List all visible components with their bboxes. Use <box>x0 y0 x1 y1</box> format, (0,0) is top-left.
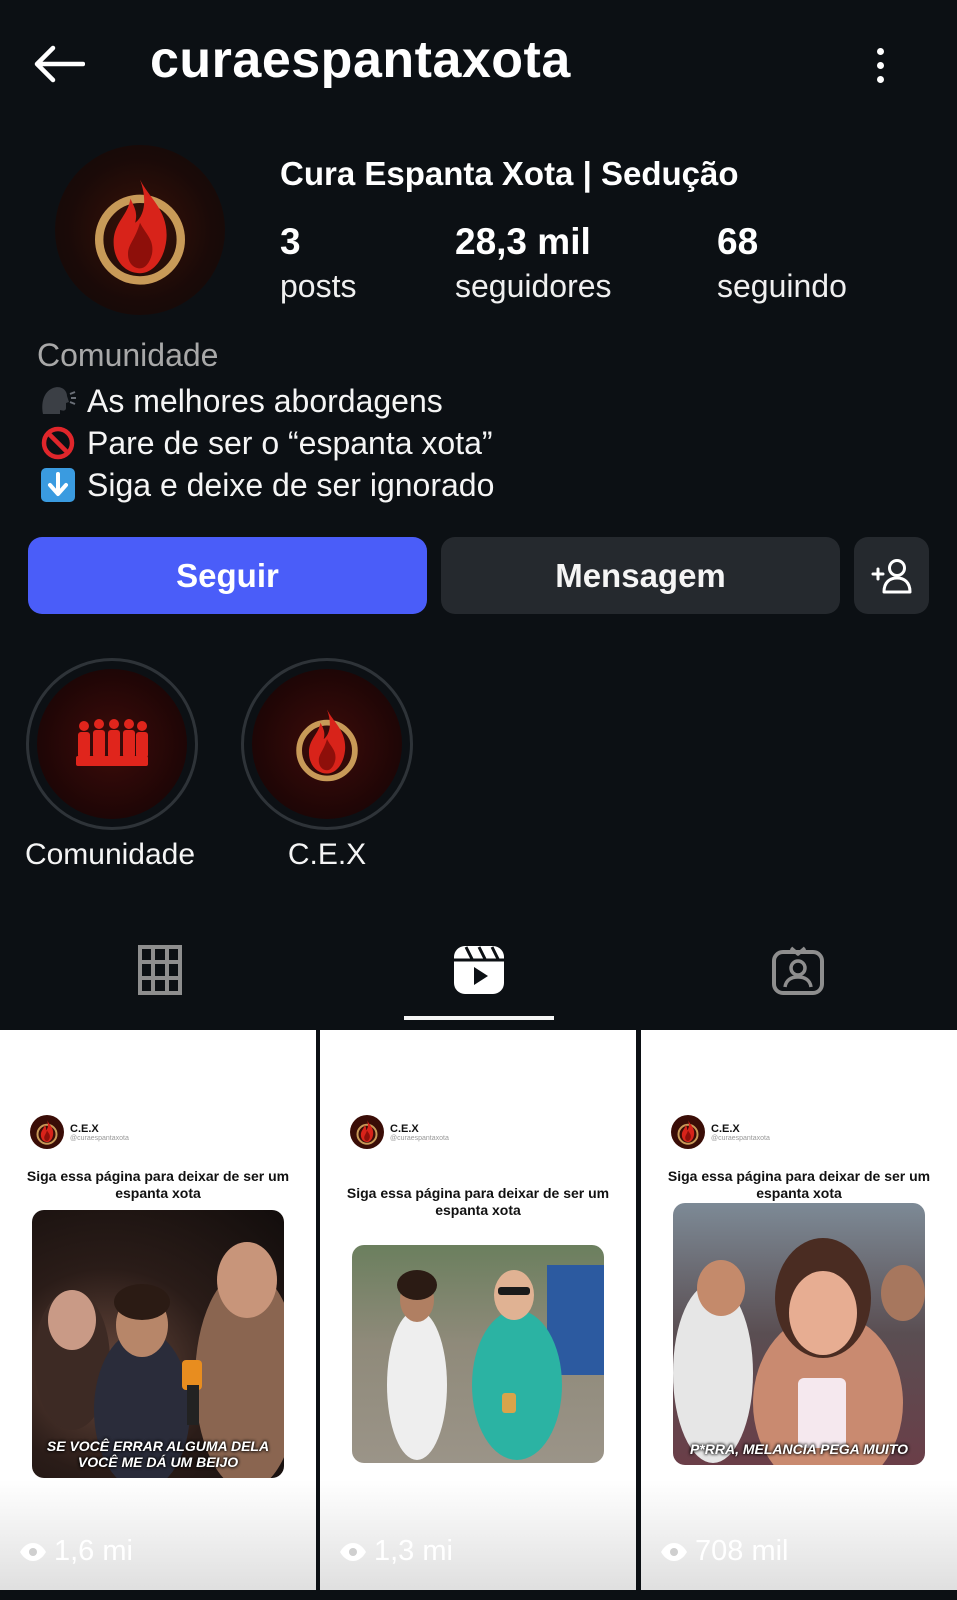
display-name: Cura Espanta Xota | Sedução <box>280 155 739 192</box>
stat-label: seguidores <box>455 268 612 304</box>
tab-posts-grid[interactable] <box>120 935 200 1005</box>
profile-category: Comunidade <box>37 337 219 373</box>
stat-value: 68 <box>717 221 759 262</box>
play-count-icon <box>340 1542 366 1561</box>
reel-thumbnail: SE VOCÊ ERRAR ALGUMA DELA VOCÊ ME DÁ UM … <box>32 1210 284 1478</box>
posts-count[interactable]: 3 posts <box>280 220 356 308</box>
profile-username: curaespantaxota <box>150 31 571 89</box>
reel-views: 1,3 mi <box>338 1535 453 1568</box>
bio-line: As melhores abordagens <box>37 382 443 420</box>
more-options-icon[interactable] <box>860 40 900 90</box>
play-count-icon <box>20 1542 46 1561</box>
reel-thumbnail: P*RRA, MELANCIA PEGA MUITO <box>673 1203 925 1465</box>
tab-tagged[interactable] <box>758 935 838 1005</box>
speaking-head-icon <box>37 382 79 420</box>
flame-icon <box>286 703 368 785</box>
stat-value: 28,3 mil <box>455 221 591 262</box>
bio-text: Siga e deixe de ser ignorado <box>87 466 495 503</box>
reel-account-handle: @curaespantaxota <box>711 1134 770 1142</box>
group-icon <box>76 719 148 766</box>
reel-views: 1,6 mi <box>18 1535 133 1568</box>
message-button[interactable]: Mensagem <box>441 537 840 614</box>
play-count-icon <box>661 1542 687 1561</box>
reel-account-handle: @curaespantaxota <box>70 1134 129 1142</box>
people-scene-image <box>387 1265 604 1460</box>
down-arrow-icon <box>37 466 79 504</box>
reel-account-header: C.E.X @curaespantaxota <box>671 1115 770 1149</box>
highlight-comunidade[interactable] <box>26 658 198 830</box>
reel-account-name: C.E.X <box>390 1122 419 1135</box>
highlight-label: Comunidade <box>24 838 196 871</box>
tab-reels[interactable] <box>439 935 519 1005</box>
reel-view-count: 1,3 mi <box>374 1535 453 1567</box>
flame-logo-icon <box>671 1115 705 1149</box>
reel-caption: Siga essa página para deixar de ser um e… <box>26 1168 290 1201</box>
reel-account-name: C.E.X <box>711 1122 740 1135</box>
people-scene-image <box>673 1238 925 1465</box>
bio-text: Pare de ser o “espanta xota” <box>87 424 493 461</box>
flame-logo-icon <box>350 1115 384 1149</box>
back-arrow-icon[interactable] <box>28 36 88 92</box>
followers-count[interactable]: 28,3 mil seguidores <box>455 220 612 308</box>
follow-button[interactable]: Seguir <box>28 537 427 614</box>
highlight-label: C.E.X <box>287 838 367 871</box>
bio-text: As melhores abordagens <box>87 382 443 419</box>
highlight-cex[interactable] <box>241 658 413 830</box>
tagged-icon <box>772 946 824 995</box>
prohibited-icon <box>37 424 79 462</box>
bio-line: Pare de ser o “espanta xota” <box>37 424 493 462</box>
reel-tile[interactable]: C.E.X @curaespantaxota Siga essa página … <box>641 1030 957 1590</box>
reel-caption: Siga essa página para deixar de ser um e… <box>346 1185 610 1218</box>
reel-overlay-text: SE VOCÊ ERRAR ALGUMA DELA VOCÊ ME DÁ UM … <box>46 1438 270 1470</box>
flame-logo-icon <box>30 1115 64 1149</box>
bio-line: Siga e deixe de ser ignorado <box>37 466 494 504</box>
reel-overlay-text: P*RRA, MELANCIA PEGA MUITO <box>689 1441 909 1457</box>
reel-view-count: 708 mil <box>695 1535 789 1567</box>
suggest-people-button[interactable] <box>854 537 929 614</box>
profile-avatar[interactable] <box>55 145 225 315</box>
reel-account-handle: @curaespantaxota <box>390 1134 449 1142</box>
add-person-icon <box>871 558 911 593</box>
stat-label: seguindo <box>717 268 847 304</box>
reel-account-header: C.E.X @curaespantaxota <box>350 1115 449 1149</box>
reels-icon <box>454 946 504 994</box>
reel-thumbnail <box>352 1245 604 1463</box>
reel-account-header: C.E.X @curaespantaxota <box>30 1115 129 1149</box>
flame-logo-icon <box>80 170 200 290</box>
reel-tile[interactable]: C.E.X @curaespantaxota Siga essa página … <box>320 1030 636 1590</box>
active-tab-indicator <box>404 1016 554 1020</box>
reel-tile[interactable]: C.E.X @curaespantaxota Siga essa página … <box>0 1030 316 1590</box>
reel-views: 708 mil <box>659 1535 789 1568</box>
following-count[interactable]: 68 seguindo <box>717 220 847 308</box>
grid-icon <box>138 945 182 995</box>
stat-value: 3 <box>280 221 301 262</box>
top-bar: curaespantaxota <box>0 0 957 130</box>
reel-view-count: 1,6 mi <box>54 1535 133 1567</box>
reel-account-name: C.E.X <box>70 1122 99 1135</box>
stat-label: posts <box>280 268 357 304</box>
reel-caption: Siga essa página para deixar de ser um e… <box>667 1168 931 1201</box>
